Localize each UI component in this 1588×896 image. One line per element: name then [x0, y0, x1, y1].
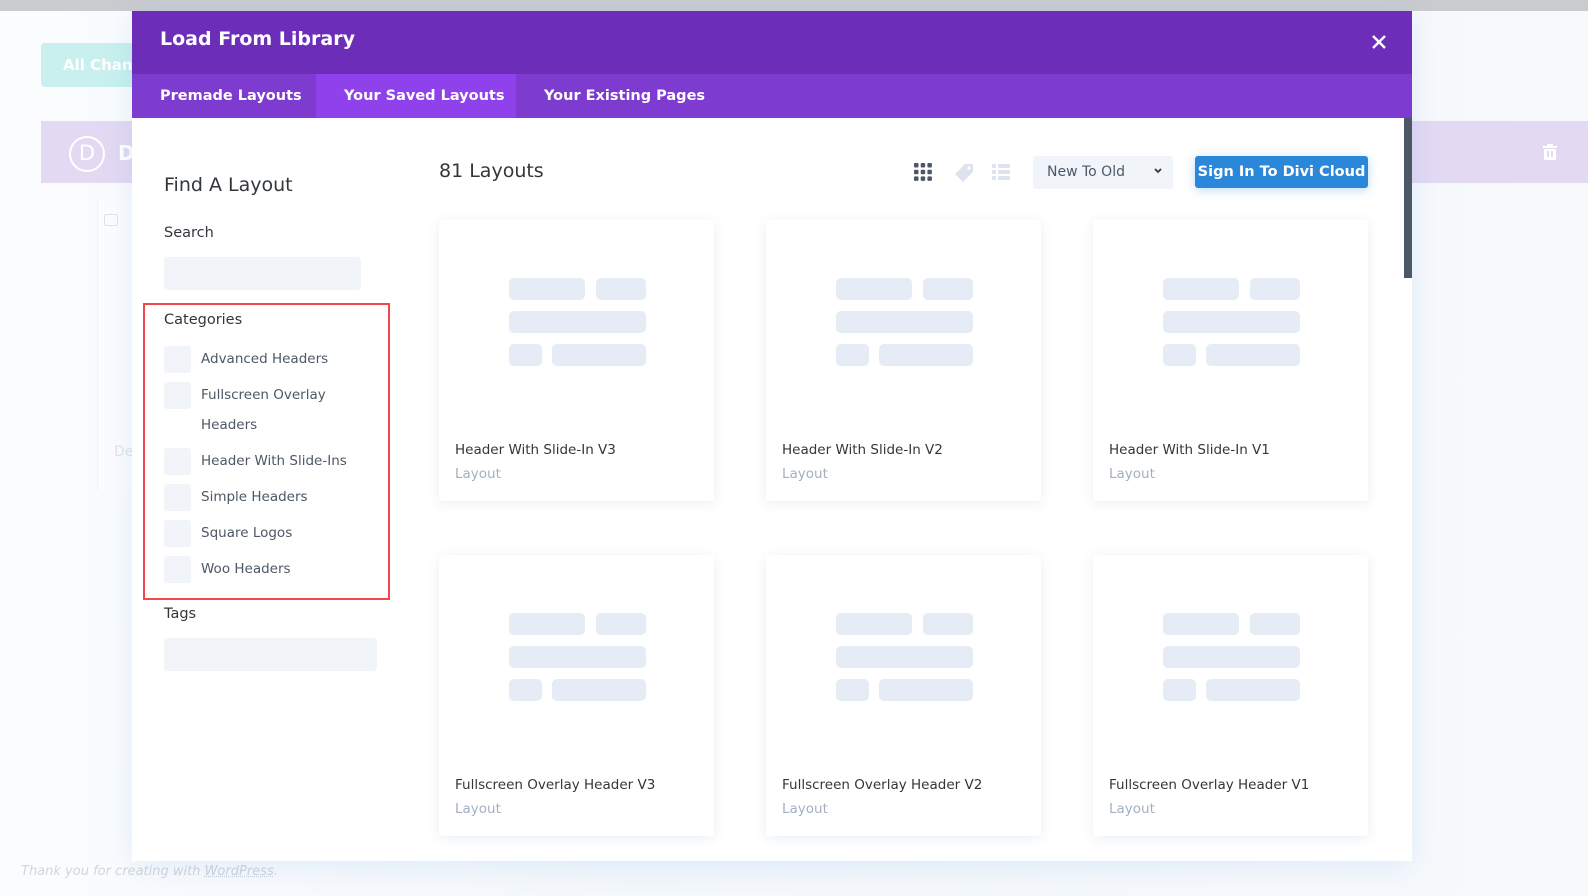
tags-input[interactable] — [164, 638, 377, 671]
duplicate-icon — [104, 214, 118, 226]
wordpress-link[interactable]: WordPress — [205, 864, 274, 879]
category-label: Header With Slide-Ins — [201, 453, 347, 469]
load-from-library-modal: Load From Library Premade Layouts Your S… — [132, 11, 1412, 861]
tag-icon[interactable] — [954, 163, 974, 183]
layout-title: Header With Slide-In V1 — [1109, 442, 1270, 458]
layout-type: Layout — [1109, 801, 1155, 817]
footer-text: Thank you for creating with — [21, 864, 205, 879]
divi-logo-icon: D — [69, 136, 105, 172]
category-square-logos[interactable]: Square Logos — [164, 520, 341, 548]
tab-your-existing-pages[interactable]: Your Existing Pages — [516, 74, 733, 118]
layout-card[interactable]: Header With Slide-In V3 Layout — [439, 220, 714, 501]
category-checkbox[interactable] — [164, 484, 191, 511]
browser-top-bar — [0, 0, 1588, 11]
category-header-with-slide-ins[interactable]: Header With Slide-Ins — [164, 448, 371, 476]
search-label: Search — [164, 225, 214, 241]
layout-title: Header With Slide-In V3 — [455, 442, 616, 458]
layout-thumbnail-icon — [836, 613, 973, 701]
category-simple-headers[interactable]: Simple Headers — [164, 484, 341, 512]
category-advanced-headers[interactable]: Advanced Headers — [164, 346, 341, 374]
category-label: Simple Headers — [201, 489, 308, 505]
category-checkbox[interactable] — [164, 556, 191, 583]
layout-thumbnail-icon — [509, 613, 646, 701]
list-view-icon[interactable] — [992, 163, 1010, 181]
grid-view-icon[interactable] — [914, 163, 932, 181]
modal-title: Load From Library — [160, 28, 355, 50]
footer-suffix: . — [273, 864, 278, 879]
sign-in-divi-cloud-button[interactable]: Sign In To Divi Cloud — [1195, 156, 1368, 188]
layout-card[interactable]: Header With Slide-In V2 Layout — [766, 220, 1041, 501]
layout-type: Layout — [782, 801, 828, 817]
category-woo-headers[interactable]: Woo Headers — [164, 556, 341, 584]
category-checkbox[interactable] — [164, 382, 191, 409]
layout-type: Layout — [455, 801, 501, 817]
modal-tabs: Premade Layouts Your Saved Layouts Your … — [132, 74, 1412, 118]
chevron-down-icon — [1154, 168, 1162, 174]
category-label: Square Logos — [201, 525, 293, 541]
layout-card[interactable]: Fullscreen Overlay Header V1 Layout — [1093, 555, 1368, 836]
layout-thumbnail-icon — [1163, 613, 1300, 701]
scrollbar[interactable] — [1404, 118, 1412, 278]
layout-title: Fullscreen Overlay Header V2 — [782, 777, 983, 793]
trash-icon — [1543, 144, 1557, 160]
background-text: De — [114, 444, 134, 460]
layout-type: Layout — [782, 466, 828, 482]
layout-card[interactable]: Fullscreen Overlay Header V3 Layout — [439, 555, 714, 836]
tab-premade-layouts[interactable]: Premade Layouts — [132, 74, 316, 118]
categories-label: Categories — [164, 312, 243, 328]
find-a-layout-heading: Find A Layout — [164, 174, 293, 196]
modal-header: Load From Library — [132, 11, 1412, 74]
layout-card[interactable]: Header With Slide-In V1 Layout — [1093, 220, 1368, 501]
layout-type: Layout — [1109, 466, 1155, 482]
modal-body: Find A Layout Search Categories Advanced… — [132, 118, 1412, 861]
footer-credit: Thank you for creating with WordPress. — [21, 864, 278, 879]
layout-title: Header With Slide-In V2 — [782, 442, 943, 458]
layout-title: Fullscreen Overlay Header V1 — [1109, 777, 1310, 793]
category-fullscreen-overlay-headers[interactable]: Fullscreen Overlay Headers — [164, 382, 341, 440]
close-icon[interactable] — [1368, 31, 1390, 53]
category-label: Fullscreen Overlay Headers — [201, 387, 326, 433]
tags-label: Tags — [164, 606, 197, 622]
sort-selected-value: New To Old — [1047, 164, 1125, 180]
layout-title: Fullscreen Overlay Header V3 — [455, 777, 656, 793]
search-input[interactable] — [164, 257, 361, 290]
layout-type: Layout — [455, 466, 501, 482]
category-checkbox[interactable] — [164, 520, 191, 547]
category-checkbox[interactable] — [164, 448, 191, 475]
layout-thumbnail-icon — [836, 278, 973, 366]
layout-thumbnail-icon — [509, 278, 646, 366]
tab-your-saved-layouts[interactable]: Your Saved Layouts — [316, 74, 516, 118]
layouts-count: 81 Layouts — [439, 160, 544, 182]
layout-thumbnail-icon — [1163, 278, 1300, 366]
sort-select[interactable]: New To Old — [1033, 156, 1173, 189]
category-checkbox[interactable] — [164, 346, 191, 373]
category-label: Woo Headers — [201, 561, 291, 577]
layout-card[interactable]: Fullscreen Overlay Header V2 Layout — [766, 555, 1041, 836]
category-label: Advanced Headers — [201, 351, 329, 367]
